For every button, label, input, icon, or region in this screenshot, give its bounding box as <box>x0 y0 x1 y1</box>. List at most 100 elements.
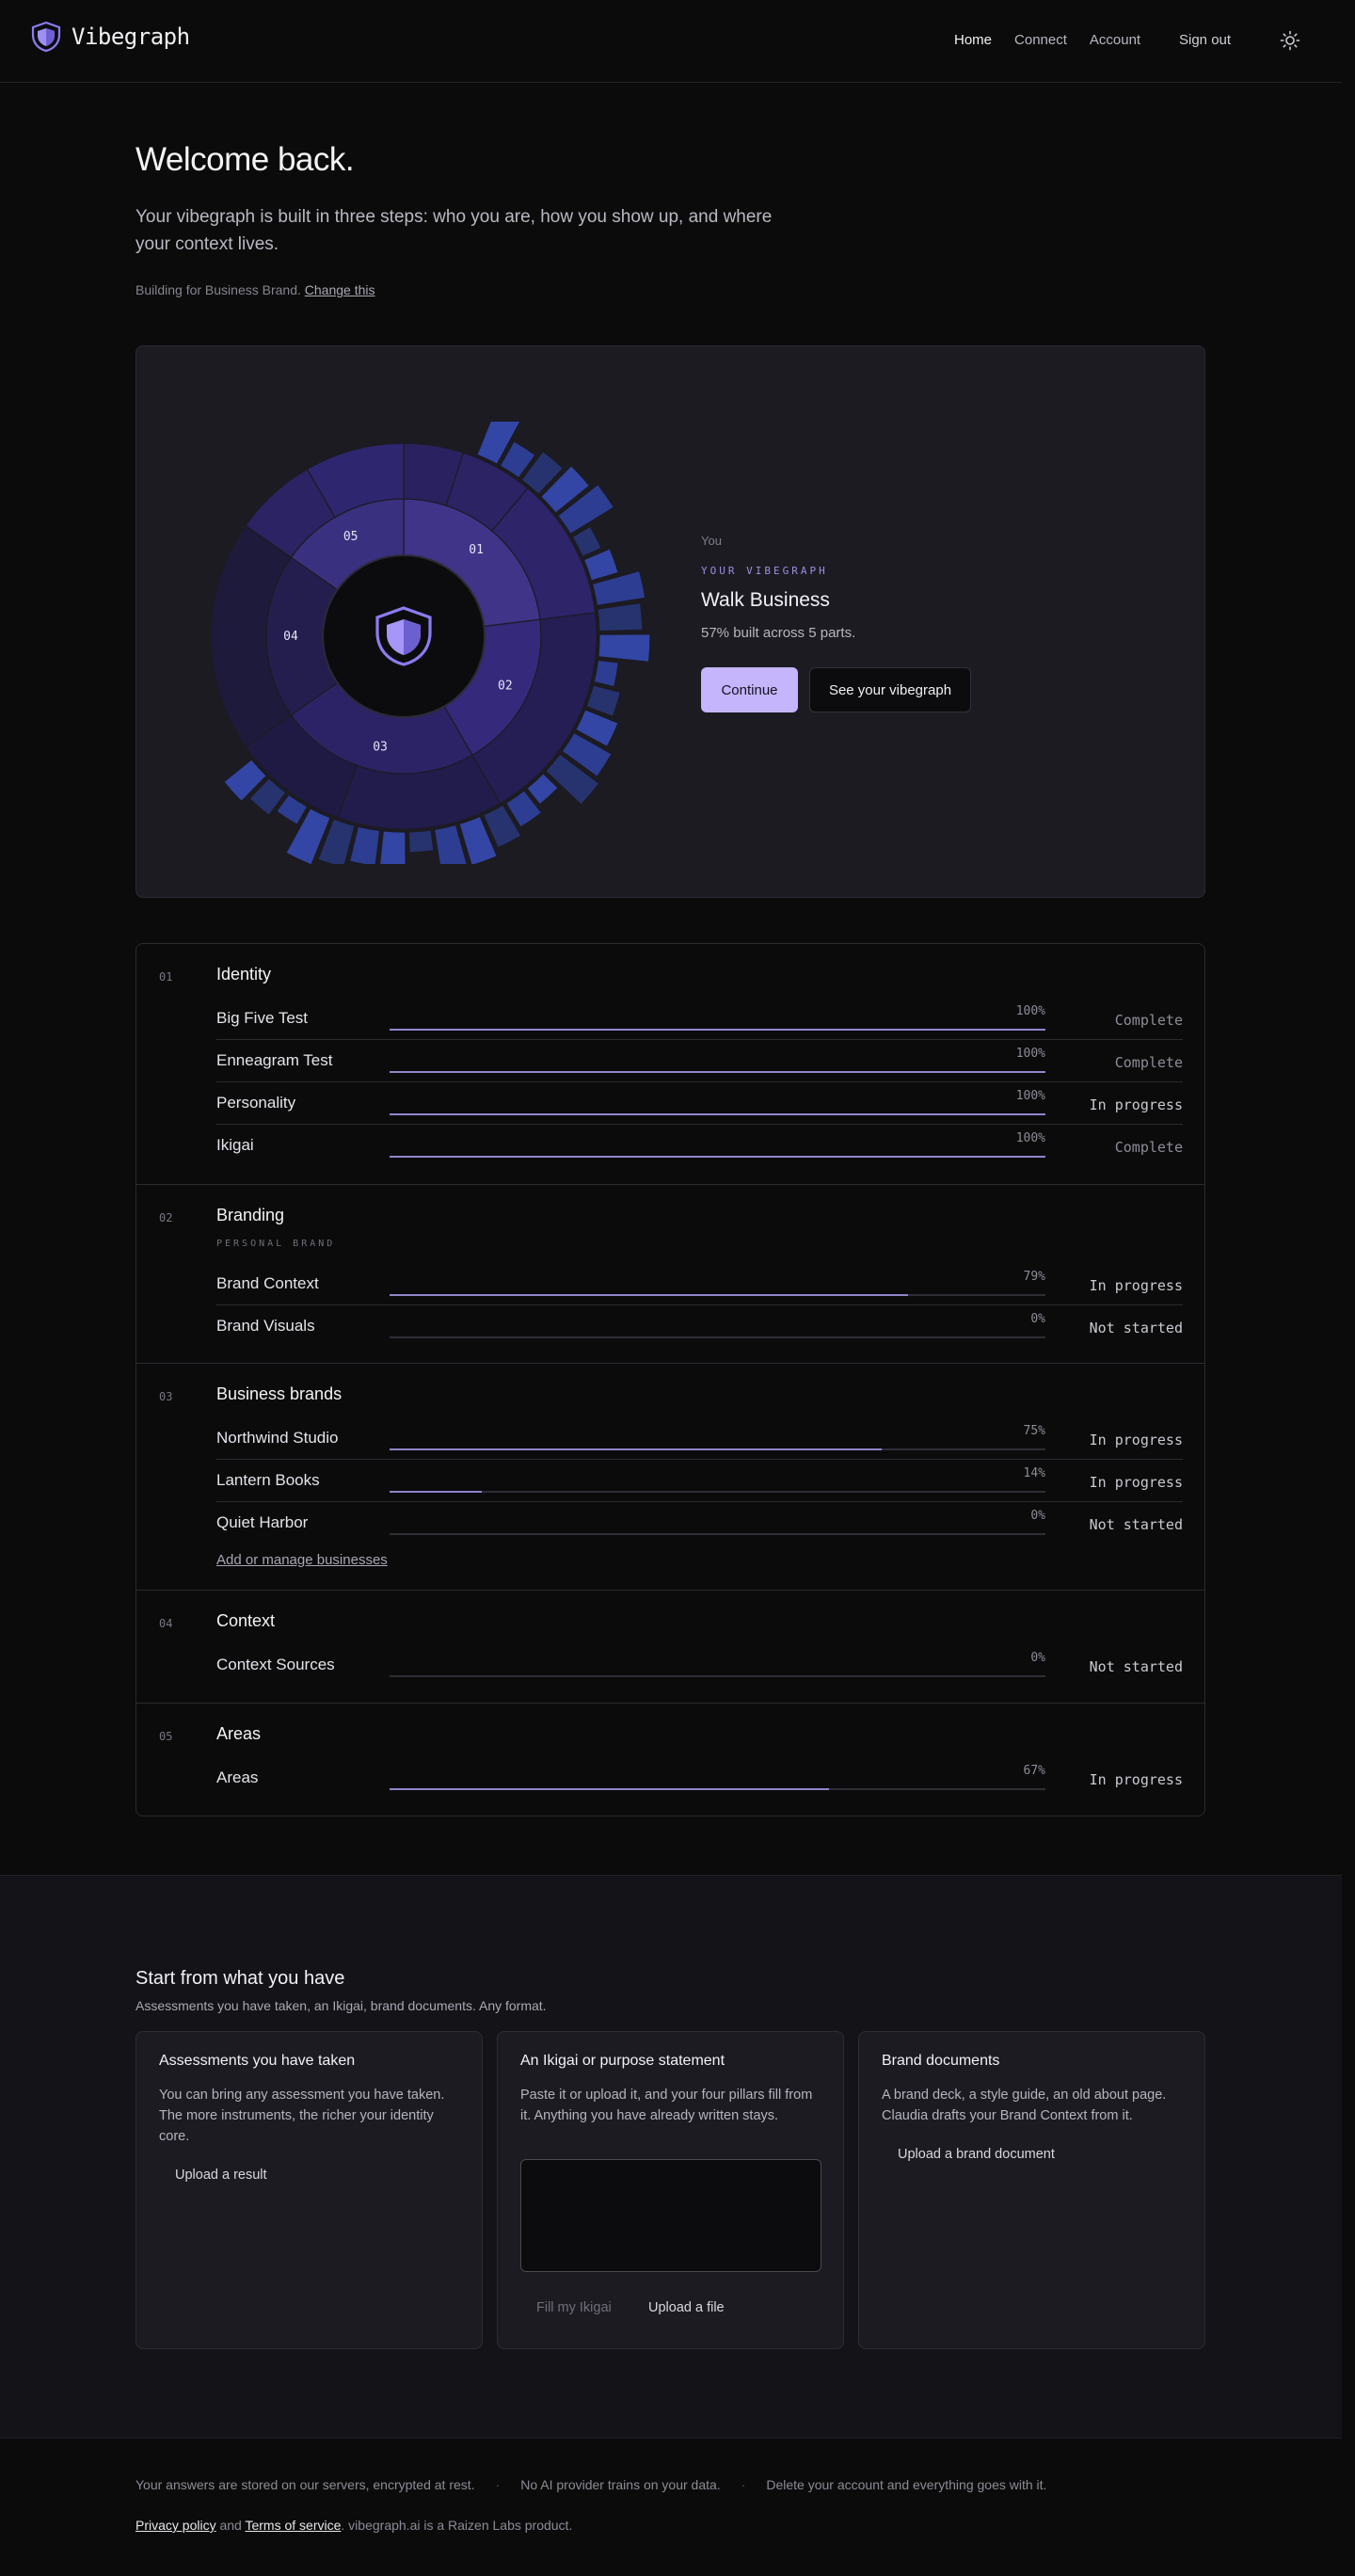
outer-spoke-23[interactable] <box>348 825 381 864</box>
card-body: A brand deck, a style guide, an old abou… <box>882 2088 1167 2123</box>
footer-note: Delete your account and everything goes … <box>766 2477 1047 2492</box>
outer-spoke-10[interactable] <box>598 633 651 664</box>
progress-bar <box>390 1029 1045 1031</box>
upload-file-button[interactable]: Upload a file <box>632 2293 741 2323</box>
list-item[interactable]: Ikigai 100% Complete <box>216 1126 1183 1167</box>
progress-bar <box>390 1675 1045 1677</box>
segment-label: 03 <box>373 740 388 754</box>
page-subtitle: Your vibegraph is built in three steps: … <box>136 207 773 254</box>
list-item[interactable]: Enneagram Test 100% Complete <box>216 1041 1183 1082</box>
brand-documents-card: Brand documents A brand deck, a style gu… <box>858 2031 1205 2349</box>
terms-of-service-link[interactable]: Terms of service <box>245 2518 341 2533</box>
list-item[interactable]: Personality 100% In progress <box>216 1083 1183 1125</box>
fill-ikigai-button[interactable]: Fill my Ikigai <box>520 2293 628 2323</box>
item-status: In progress <box>1089 1096 1183 1113</box>
brand-name: Vibegraph <box>72 24 190 50</box>
upload-result-button[interactable]: Upload a result <box>159 2160 283 2190</box>
brand-logo-link[interactable]: Vibegraph <box>30 21 190 53</box>
footer-privacy-notes: Your answers are stored on our servers, … <box>136 2477 1046 2492</box>
vibegraph-card: 01 02 03 04 05 You YOUR VIBEGRAPH Walk Busin… <box>136 345 1205 898</box>
shield-logo-icon <box>31 21 61 53</box>
continue-button[interactable]: Continue <box>701 667 798 712</box>
vibegraph-owner-label: You <box>701 534 722 548</box>
progress-fill <box>390 1491 482 1493</box>
footer-note: No AI provider trains on your data. <box>520 2477 721 2492</box>
section-title: Business brands <box>216 1384 343 1403</box>
card-title: An Ikigai or purpose statement <box>520 2053 725 2069</box>
item-label: Personality <box>216 1094 296 1112</box>
section-number: 01 <box>159 970 173 984</box>
building-for-note: Building for Business Brand. Change this <box>136 282 375 297</box>
item-status: Not started <box>1089 1658 1183 1675</box>
sign-out-button[interactable]: Sign out <box>1179 32 1231 48</box>
item-status: In progress <box>1089 1771 1183 1788</box>
segment-label: 04 <box>283 630 298 644</box>
item-label: Big Five Test <box>216 1009 309 1027</box>
outer-spoke-9[interactable] <box>597 601 644 632</box>
item-label: Lantern Books <box>216 1471 320 1489</box>
footer-separator: · <box>741 2477 746 2492</box>
progress-bar <box>390 1071 1045 1073</box>
outer-spoke-22[interactable] <box>378 830 406 864</box>
item-percent: 100% <box>1015 1004 1045 1018</box>
list-item[interactable]: Big Five Test 100% Complete <box>216 999 1183 1040</box>
item-percent: 75% <box>1023 1424 1045 1438</box>
progress-bar <box>390 1113 1045 1115</box>
see-vibegraph-button[interactable]: See your vibegraph <box>809 667 971 712</box>
list-item[interactable]: Northwind Studio 75% In progress <box>216 1418 1183 1460</box>
nav-connect[interactable]: Connect <box>1014 32 1067 48</box>
upload-brand-document-button[interactable]: Upload a brand document <box>882 2139 1071 2169</box>
list-item[interactable]: Brand Visuals 0% Not started <box>216 1306 1183 1348</box>
item-percent: 0% <box>1030 1509 1045 1523</box>
item-status: Complete <box>1114 1054 1183 1071</box>
nav-home[interactable]: Home <box>954 32 992 48</box>
list-item[interactable]: Areas 67% In progress <box>216 1758 1183 1800</box>
manage-businesses-link[interactable]: Add or manage businesses <box>216 1552 388 1568</box>
vibegraph-sunburst[interactable]: 01 02 03 04 05 <box>212 422 663 864</box>
nav-account[interactable]: Account <box>1090 32 1140 48</box>
item-label: Enneagram Test <box>216 1051 333 1069</box>
item-percent: 100% <box>1015 1047 1045 1061</box>
item-status: Complete <box>1114 1139 1183 1156</box>
change-brand-link[interactable]: Change this <box>305 282 375 297</box>
item-status: Complete <box>1114 1012 1183 1029</box>
item-status: In progress <box>1089 1277 1183 1294</box>
privacy-policy-link[interactable]: Privacy policy <box>136 2518 216 2533</box>
card-body: You can bring any assessment you have ta… <box>159 2088 445 2144</box>
section-business-brands: 03 Business brands Northwind Studio 75% … <box>136 1364 1204 1591</box>
progress-bar <box>390 1156 1045 1158</box>
progress-bar <box>390 1294 1045 1296</box>
start-from-section: Start from what you have Assessments you… <box>0 1875 1342 2439</box>
progress-fill <box>390 1294 908 1296</box>
card-body: Paste it or upload it, and your four pil… <box>520 2088 813 2123</box>
section-number: 03 <box>159 1390 173 1403</box>
progress-bar <box>390 1533 1045 1535</box>
section-eyebrow: PERSONAL BRAND <box>216 1239 336 1249</box>
sections-list: 01 Identity Big Five Test 100% Complete … <box>136 943 1205 1816</box>
list-item[interactable]: Brand Context 79% In progress <box>216 1264 1183 1305</box>
item-percent: 79% <box>1023 1270 1045 1284</box>
vibegraph-eyebrow: YOUR VIBEGRAPH <box>701 565 828 577</box>
progress-fill <box>390 1788 829 1790</box>
progress-fill <box>390 1029 1045 1031</box>
outer-spoke-21[interactable] <box>407 829 435 854</box>
section-title: Branding <box>216 1206 285 1224</box>
item-percent: 100% <box>1015 1089 1045 1103</box>
segment-label: 01 <box>469 543 484 557</box>
list-item[interactable]: Quiet Harbor 0% Not started <box>216 1503 1183 1544</box>
progress-bar <box>390 1448 1045 1450</box>
list-item[interactable]: Context Sources 0% Not started <box>216 1645 1183 1687</box>
section-identity: 01 Identity Big Five Test 100% Complete … <box>136 944 1204 1185</box>
vibegraph-name: Walk Business <box>701 589 830 611</box>
vibegraph-progress: 57% built across 5 parts. <box>701 625 856 641</box>
item-label: Brand Visuals <box>216 1317 315 1335</box>
item-percent: 0% <box>1030 1651 1045 1665</box>
progress-fill <box>390 1448 882 1450</box>
ikigai-textarea[interactable] <box>520 2159 821 2272</box>
section-title: Areas <box>216 1724 262 1743</box>
sun-icon[interactable] <box>1280 30 1300 51</box>
item-label: Ikigai <box>216 1136 254 1154</box>
outer-spoke-11[interactable] <box>593 659 619 688</box>
list-item[interactable]: Lantern Books 14% In progress <box>216 1461 1183 1502</box>
item-status: Not started <box>1089 1516 1183 1533</box>
